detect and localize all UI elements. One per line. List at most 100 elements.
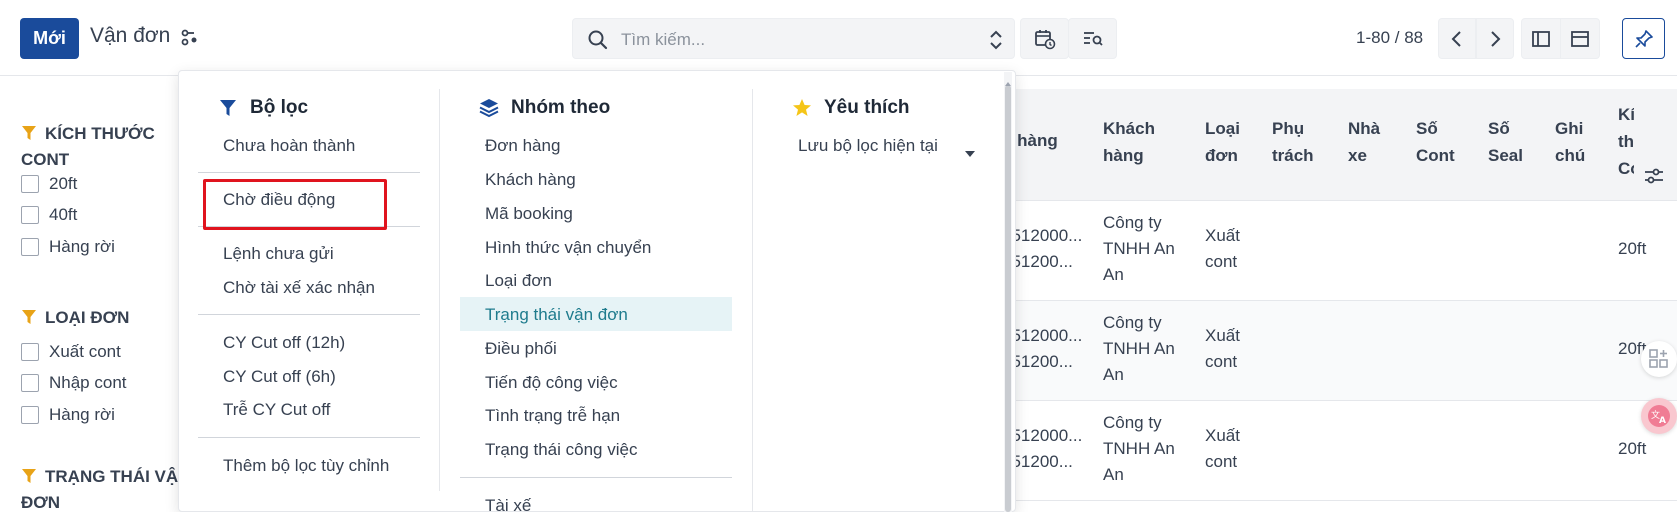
- col-header-type[interactable]: Loại đơn: [1205, 115, 1240, 169]
- cell-customer: Công ty TNHH An An: [1103, 313, 1175, 384]
- cell-type: Xuất cont: [1205, 426, 1240, 471]
- pager-previous-button[interactable]: [1438, 18, 1476, 59]
- annotation-highlight-box: [203, 179, 387, 230]
- groupby-item[interactable]: Tiến độ công việc: [485, 373, 618, 393]
- control-panel: Mới Vận đơn Tìm kiếm... 1-80 / 88: [0, 0, 1677, 76]
- search-icon: [587, 29, 609, 51]
- facet-option[interactable]: Hàng rời: [21, 405, 115, 425]
- actions-gear-icon[interactable]: [180, 28, 200, 48]
- groupby-item[interactable]: Trạng thái công việc: [485, 440, 637, 460]
- save-current-filter[interactable]: Lưu bộ lọc hiện tại: [798, 136, 938, 156]
- checkbox[interactable]: [21, 343, 39, 361]
- pin-button[interactable]: [1622, 18, 1665, 59]
- floating-apps-button[interactable]: [1641, 341, 1677, 377]
- view-kanban-button[interactable]: [1560, 18, 1600, 59]
- filter-funnel-icon: [21, 123, 37, 140]
- filter-item[interactable]: CY Cut off (12h): [223, 333, 345, 353]
- cell-customer: Công ty TNHH An An: [1103, 213, 1175, 284]
- list-search-icon: [1083, 31, 1103, 46]
- groupby-item[interactable]: Tình trạng trễ hạn: [485, 406, 620, 426]
- page-title: Vận đơn: [90, 24, 171, 47]
- col-header-seal-no[interactable]: Số Seal: [1488, 115, 1523, 169]
- filter-funnel-icon: [218, 98, 238, 118]
- pager-next-button[interactable]: [1476, 18, 1514, 59]
- caret-down-icon[interactable]: [964, 143, 976, 157]
- checkbox[interactable]: [21, 238, 39, 256]
- pin-icon: [1634, 29, 1653, 48]
- filter-item[interactable]: Lệnh chưa gửi: [223, 244, 334, 264]
- new-button[interactable]: Mới: [20, 18, 79, 59]
- checkbox[interactable]: [21, 175, 39, 193]
- divider: [198, 437, 420, 438]
- search-options-toggle-icon[interactable]: [988, 30, 1004, 50]
- groupby-item[interactable]: Loại đơn: [485, 271, 552, 291]
- filter-item[interactable]: Trễ CY Cut off: [223, 400, 330, 420]
- layers-icon: [479, 98, 499, 118]
- checkbox[interactable]: [21, 206, 39, 224]
- col-header-size[interactable]: KíthCo: [1618, 101, 1634, 182]
- col-header-note[interactable]: Ghi chú: [1555, 115, 1585, 169]
- col-header-cont-no[interactable]: Số Cont: [1416, 115, 1455, 169]
- divider: [198, 314, 420, 315]
- favorites-heading: Yêu thích: [792, 97, 910, 119]
- add-custom-filter[interactable]: Thêm bộ lọc tùy chỉnh: [223, 456, 389, 476]
- svg-text:A: A: [1659, 416, 1666, 426]
- table-row[interactable]: 2512000... 251200... Công ty TNHH An An Xuấ…: [1002, 201, 1677, 301]
- groupby-item[interactable]: Tài xế: [485, 496, 531, 512]
- search-input[interactable]: Tìm kiếm...: [621, 30, 705, 50]
- divider: [198, 172, 420, 173]
- facet-option[interactable]: 40ft: [21, 205, 77, 225]
- filter-item[interactable]: Chờ tài xế xác nhận: [223, 278, 375, 298]
- cell-size: 20ft: [1618, 439, 1647, 458]
- rows-icon: [1571, 30, 1589, 47]
- groupby-item[interactable]: Mã booking: [485, 204, 573, 224]
- facet-option[interactable]: 20ft: [21, 174, 77, 194]
- table-header: n hàng Khách hàng Loại đơn Phụ trách Nhà xe …: [1002, 89, 1677, 201]
- groupby-heading: Nhóm theo: [479, 97, 610, 119]
- search-panel-toggle-button[interactable]: [1068, 18, 1117, 59]
- chevron-left-icon: [1451, 30, 1461, 47]
- facet-title-size: KÍCH THƯỚC CONT: [21, 123, 155, 169]
- table-row[interactable]: 2512000... 251200... Công ty TNHH An An Xuấ…: [1002, 301, 1677, 401]
- calendar-filter-button[interactable]: [1020, 18, 1069, 59]
- filter-groupby-dropdown: Bộ lọc Chưa hoàn thành Chờ điều động Lện…: [178, 70, 1016, 512]
- search-panel: KÍCH THƯỚC CONT 20ft 40ft Hàng rời LOẠI …: [0, 77, 190, 512]
- pager-value[interactable]: 1-80 / 88: [1356, 28, 1423, 48]
- col-header-customer[interactable]: Khách hàng: [1103, 115, 1155, 169]
- translate-icon: 文A: [1648, 405, 1670, 427]
- facet-option[interactable]: Hàng rời: [21, 237, 115, 257]
- filter-item[interactable]: Chưa hoàn thành: [223, 136, 355, 156]
- groupby-item[interactable]: Hình thức vận chuyển: [485, 238, 651, 258]
- cell-type: Xuất cont: [1205, 326, 1240, 371]
- star-icon: [792, 98, 812, 118]
- col-header-owner[interactable]: Phụ trách: [1272, 115, 1314, 169]
- facet-title-type: LOẠI ĐƠN: [21, 305, 191, 331]
- search-bar[interactable]: Tìm kiếm...: [572, 18, 1015, 59]
- view-list-button[interactable]: [1521, 18, 1561, 59]
- checkbox[interactable]: [21, 406, 39, 424]
- column-divider: [752, 89, 753, 512]
- dropdown-scrollbar-thumb[interactable]: [1005, 85, 1011, 512]
- cell-type: Xuất cont: [1205, 226, 1240, 271]
- groupby-item[interactable]: Điều phối: [485, 339, 557, 359]
- groupby-item[interactable]: Khách hàng: [485, 170, 576, 190]
- facet-option[interactable]: Nhập cont: [21, 373, 127, 393]
- column-divider: [439, 89, 440, 491]
- facet-option[interactable]: Xuất cont: [21, 342, 121, 362]
- cell-customer: Công ty TNHH An An: [1103, 413, 1175, 484]
- columns-icon: [1532, 30, 1550, 47]
- filters-heading: Bộ lọc: [218, 97, 308, 119]
- groupby-item-active[interactable]: Trạng thái vận đơn: [485, 305, 628, 325]
- col-header-carrier[interactable]: Nhà xe: [1348, 115, 1380, 169]
- optional-columns-icon[interactable]: [1643, 165, 1665, 187]
- floating-translate-button[interactable]: 文A: [1641, 398, 1677, 434]
- groupby-item[interactable]: Đơn hàng: [485, 136, 560, 156]
- chevron-right-icon: [1491, 30, 1501, 47]
- calendar-clock-icon: [1034, 29, 1055, 49]
- table-row[interactable]: 2512000... 251200... Công ty TNHH An An Xuấ…: [1002, 401, 1677, 501]
- divider: [460, 477, 732, 478]
- filter-funnel-icon: [21, 466, 37, 483]
- checkbox[interactable]: [21, 374, 39, 392]
- scroll-up-arrow-icon[interactable]: [1004, 73, 1012, 86]
- filter-item[interactable]: CY Cut off (6h): [223, 367, 336, 387]
